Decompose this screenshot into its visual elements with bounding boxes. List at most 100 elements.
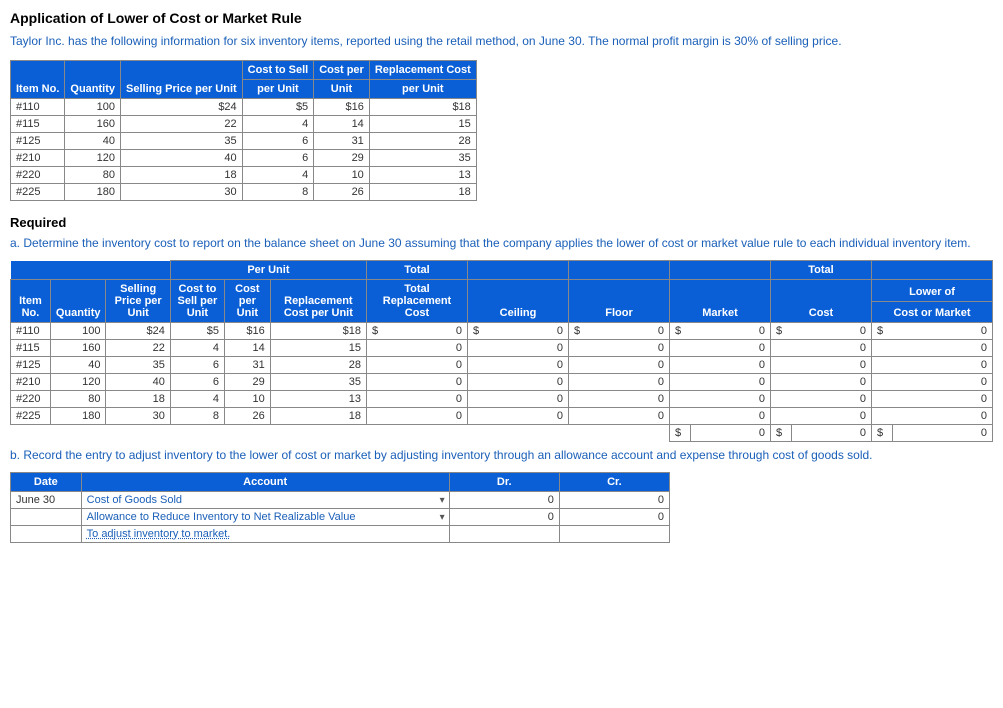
cell-cpu: 29 [224, 374, 270, 391]
cell-rc: $18 [270, 323, 366, 340]
cell-lom-d [872, 357, 893, 374]
cell-floor[interactable]: 0 [589, 374, 670, 391]
cell-cost[interactable]: 0 [791, 357, 872, 374]
total-cost[interactable]: 0 [791, 425, 872, 442]
cell-lom[interactable]: 0 [892, 340, 993, 357]
th2-sp: Selling Price per Unit [106, 280, 170, 323]
cell-itemno: #220 [11, 391, 51, 408]
th2-qty: Quantity [50, 280, 106, 323]
cell-date[interactable]: June 30 [11, 492, 82, 509]
cell-market-d [670, 340, 691, 357]
chevron-down-icon: ▾ [440, 495, 445, 506]
cell-cr[interactable]: 0 [559, 509, 669, 526]
cell-ceil[interactable]: 0 [488, 391, 569, 408]
cell-rc: 13 [369, 167, 476, 184]
cell-qty: 180 [65, 184, 121, 201]
cell-ceil[interactable]: 0 [488, 408, 569, 425]
cell-sp: 30 [106, 408, 170, 425]
memo-cr[interactable] [559, 526, 669, 543]
cell-rc: 28 [369, 133, 476, 150]
cell-cost[interactable]: 0 [791, 323, 872, 340]
cell-cost[interactable]: 0 [791, 340, 872, 357]
cell-floor[interactable]: 0 [589, 408, 670, 425]
cell-market[interactable]: 0 [690, 323, 771, 340]
cell-lom[interactable]: 0 [892, 391, 993, 408]
cell-cpu: $16 [224, 323, 270, 340]
cell-trc-d [367, 357, 388, 374]
cell-ceil[interactable]: 0 [488, 340, 569, 357]
th-rc-per: per Unit [369, 80, 476, 99]
cell-ceil-d [468, 391, 489, 408]
cell-lom[interactable]: 0 [892, 408, 993, 425]
cell-itemno: #110 [11, 323, 51, 340]
cell-trc[interactable]: 0 [387, 408, 468, 425]
cell-cost[interactable]: 0 [791, 408, 872, 425]
cell-cts: 4 [242, 116, 314, 133]
cell-trc[interactable]: 0 [387, 374, 468, 391]
cell-cts: 4 [170, 340, 224, 357]
cell-floor-d [569, 340, 590, 357]
cell-dr[interactable]: 0 [449, 509, 559, 526]
total-market-d: $ [670, 425, 691, 442]
cell-account[interactable]: Cost of Goods Sold▾ [81, 492, 449, 509]
cell-ceil[interactable]: 0 [488, 323, 569, 340]
page-title: Application of Lower of Cost or Market R… [10, 10, 993, 26]
cell-trc[interactable]: 0 [387, 357, 468, 374]
total-lom-d: $ [872, 425, 893, 442]
memo-date[interactable] [11, 526, 82, 543]
cell-account[interactable]: Allowance to Reduce Inventory to Net Rea… [81, 509, 449, 526]
cell-ceil[interactable]: 0 [488, 357, 569, 374]
total-lom[interactable]: 0 [892, 425, 993, 442]
cell-rc: 15 [369, 116, 476, 133]
cell-sp: $24 [121, 99, 243, 116]
cell-ceil-d: $ [468, 323, 489, 340]
cell-market[interactable]: 0 [690, 357, 771, 374]
cell-lom[interactable]: 0 [892, 374, 993, 391]
given-data-table: Item No. Quantity Selling Price per Unit… [10, 60, 477, 201]
cell-cost[interactable]: 0 [791, 391, 872, 408]
memo-dr[interactable] [449, 526, 559, 543]
cell-floor[interactable]: 0 [589, 357, 670, 374]
cell-trc[interactable]: 0 [387, 340, 468, 357]
cell-market[interactable]: 0 [690, 391, 771, 408]
cell-floor[interactable]: 0 [589, 340, 670, 357]
cell-qty: 80 [50, 391, 106, 408]
th-total-g2: Total [771, 261, 872, 280]
th3-date: Date [11, 473, 82, 492]
th-sp: Selling Price per Unit [121, 61, 243, 99]
required-label: Required [10, 215, 993, 230]
cell-cost[interactable]: 0 [791, 374, 872, 391]
cell-rc: $18 [369, 99, 476, 116]
cell-cpu: 31 [314, 133, 370, 150]
cell-floor[interactable]: 0 [589, 391, 670, 408]
table-row: #2251803082618 [11, 184, 477, 201]
cell-itemno: #125 [11, 133, 65, 150]
cell-rc: 28 [270, 357, 366, 374]
cell-date[interactable] [11, 509, 82, 526]
cell-ceil[interactable]: 0 [488, 374, 569, 391]
table-row: Allowance to Reduce Inventory to Net Rea… [11, 509, 670, 526]
cell-market[interactable]: 0 [690, 408, 771, 425]
total-cost-d: $ [771, 425, 792, 442]
cell-lom-d [872, 340, 893, 357]
cell-floor-d [569, 408, 590, 425]
total-market[interactable]: 0 [690, 425, 771, 442]
th-perunit: Per Unit [170, 261, 366, 280]
cell-floor[interactable]: 0 [589, 323, 670, 340]
cell-market[interactable]: 0 [690, 340, 771, 357]
cell-rc: 35 [369, 150, 476, 167]
th3-dr: Dr. [449, 473, 559, 492]
cell-lom[interactable]: 0 [892, 357, 993, 374]
cell-trc[interactable]: 0 [387, 323, 468, 340]
cell-lom[interactable]: 0 [892, 323, 993, 340]
cell-market-d [670, 374, 691, 391]
cell-market-d [670, 408, 691, 425]
cell-dr[interactable]: 0 [449, 492, 559, 509]
prompt-a: a. Determine the inventory cost to repor… [10, 236, 993, 250]
cell-market[interactable]: 0 [690, 374, 771, 391]
cell-cr[interactable]: 0 [559, 492, 669, 509]
cell-sp: 40 [121, 150, 243, 167]
cell-cost-d [771, 357, 792, 374]
th-cpu-unit: Unit [314, 80, 370, 99]
cell-trc[interactable]: 0 [387, 391, 468, 408]
